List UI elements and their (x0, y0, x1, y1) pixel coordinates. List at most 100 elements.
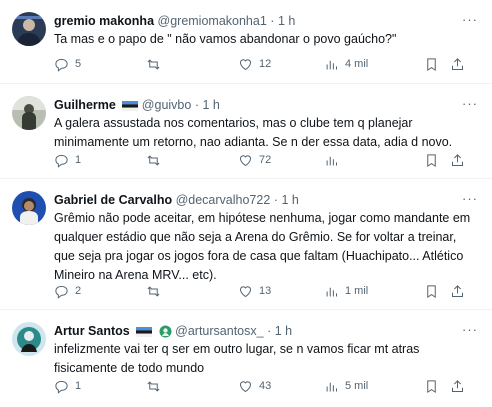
tweet-text: Ta mas e o papo de " não vamos abandonar… (54, 32, 397, 46)
like-button[interactable]: 12 (238, 55, 271, 73)
retweet-icon (147, 58, 160, 70)
timestamp[interactable]: 1 h (202, 98, 219, 112)
action-bar: 1 43 5 mil (54, 377, 480, 395)
views-button[interactable]: 1 mil (324, 282, 368, 300)
bookmark-icon (427, 57, 436, 71)
user-handle[interactable]: @gremiomakonha1 (158, 14, 267, 28)
tweet-header: gremio makonha @gremiomakonha1 · 1 h (54, 12, 462, 30)
separator-dot: · (270, 14, 275, 28)
retweet-button[interactable] (146, 377, 167, 395)
bookmark-icon (427, 153, 436, 167)
share-button[interactable] (450, 55, 465, 73)
share-icon (452, 153, 463, 166)
like-button[interactable]: 13 (238, 282, 271, 300)
like-count: 13 (259, 285, 272, 297)
timestamp[interactable]: 1 h (281, 193, 298, 207)
bookmark-button[interactable] (424, 282, 439, 300)
like-button[interactable]: 43 (238, 377, 271, 395)
bookmark-button[interactable] (424, 151, 439, 169)
action-bar: 2 13 1 mil (54, 282, 480, 300)
like-button[interactable]: 72 (238, 151, 271, 169)
bookmark-icon (427, 379, 436, 393)
reply-icon (55, 380, 68, 394)
views-button[interactable] (324, 151, 345, 169)
views-icon (326, 382, 337, 391)
reply-count: 1 (75, 380, 82, 392)
share-icon (452, 379, 463, 392)
views-count: 1 mil (345, 285, 369, 297)
reply-button[interactable]: 1 (54, 377, 81, 395)
tweet[interactable]: Guilherme @guivbo · 1 h ··· A galera ass… (0, 84, 492, 179)
separator-dot: · (194, 98, 199, 112)
reply-count: 2 (75, 285, 82, 297)
tweet-text: infelizmente vai ter q ser em outro luga… (54, 342, 420, 375)
user-handle[interactable]: @artursantosx_ (175, 324, 263, 338)
flag-icon (136, 326, 153, 337)
like-icon (239, 285, 252, 297)
views-icon (326, 60, 337, 69)
avatar[interactable] (12, 191, 46, 225)
display-name[interactable]: gremio makonha (54, 14, 154, 28)
user-handle[interactable]: @decarvalho722 (176, 193, 271, 207)
more-icon[interactable]: ··· (462, 96, 478, 112)
views-button[interactable]: 5 mil (324, 377, 368, 395)
tweet-text: Grêmio não pode aceitar, em hipótese nen… (54, 211, 471, 282)
reply-icon (55, 58, 68, 72)
reply-count: 1 (75, 154, 82, 166)
views-icon (326, 156, 337, 165)
like-count: 12 (259, 58, 272, 70)
more-icon[interactable]: ··· (462, 322, 478, 338)
share-button[interactable] (450, 377, 465, 395)
display-name[interactable]: Guilherme (54, 98, 116, 112)
views-count: 4 mil (345, 58, 369, 70)
action-bar: 5 12 4 mil (54, 55, 480, 73)
tweet[interactable]: gremio makonha @gremiomakonha1 · 1 h ···… (0, 0, 492, 84)
tweet-header: Gabriel de Carvalho @decarvalho722 · 1 h (54, 191, 462, 209)
avatar[interactable] (12, 96, 46, 130)
tweet-header: Artur Santos @artursantosx_ · 1 h (54, 322, 462, 340)
share-icon (452, 57, 463, 70)
display-name[interactable]: Artur Santos (54, 324, 130, 338)
views-icon (326, 287, 337, 296)
bookmark-button[interactable] (424, 55, 439, 73)
more-icon[interactable]: ··· (462, 191, 478, 207)
like-icon (239, 154, 252, 166)
bookmark-icon (427, 284, 436, 298)
share-icon (452, 284, 463, 297)
like-count: 72 (259, 154, 272, 166)
reply-button[interactable]: 2 (54, 282, 81, 300)
tweet-header: Guilherme @guivbo · 1 h (54, 96, 462, 114)
avatar[interactable] (12, 322, 46, 356)
more-icon[interactable]: ··· (462, 12, 478, 28)
retweet-button[interactable] (146, 282, 167, 300)
flag-icon (122, 100, 139, 111)
retweet-button[interactable] (146, 151, 167, 169)
reply-count: 5 (75, 58, 82, 70)
tweet[interactable]: Artur Santos @artursantosx_ · 1 h ··· in… (0, 310, 492, 407)
reply-icon (55, 285, 68, 299)
views-count: 5 mil (345, 380, 369, 392)
action-bar: 1 72 (54, 151, 480, 169)
reply-button[interactable]: 1 (54, 151, 81, 169)
bookmark-button[interactable] (424, 377, 439, 395)
retweet-button[interactable] (146, 55, 167, 73)
user-handle[interactable]: @guivbo (142, 98, 192, 112)
separator-dot: · (267, 324, 272, 338)
avatar[interactable] (12, 12, 46, 46)
share-button[interactable] (450, 282, 465, 300)
tweet-text: A galera assustada nos comentarios, mas … (54, 116, 453, 149)
timestamp[interactable]: 1 h (275, 324, 292, 338)
timestamp[interactable]: 1 h (278, 14, 295, 28)
badge-icon (159, 325, 172, 338)
retweet-icon (147, 154, 160, 166)
like-icon (239, 380, 252, 392)
retweet-icon (147, 380, 160, 392)
views-button[interactable]: 4 mil (324, 55, 368, 73)
like-count: 43 (259, 380, 272, 392)
display-name[interactable]: Gabriel de Carvalho (54, 193, 172, 207)
tweet[interactable]: Gabriel de Carvalho @decarvalho722 · 1 h… (0, 179, 492, 310)
reply-icon (55, 154, 68, 168)
share-button[interactable] (450, 151, 465, 169)
reply-button[interactable]: 5 (54, 55, 81, 73)
retweet-icon (147, 285, 160, 297)
